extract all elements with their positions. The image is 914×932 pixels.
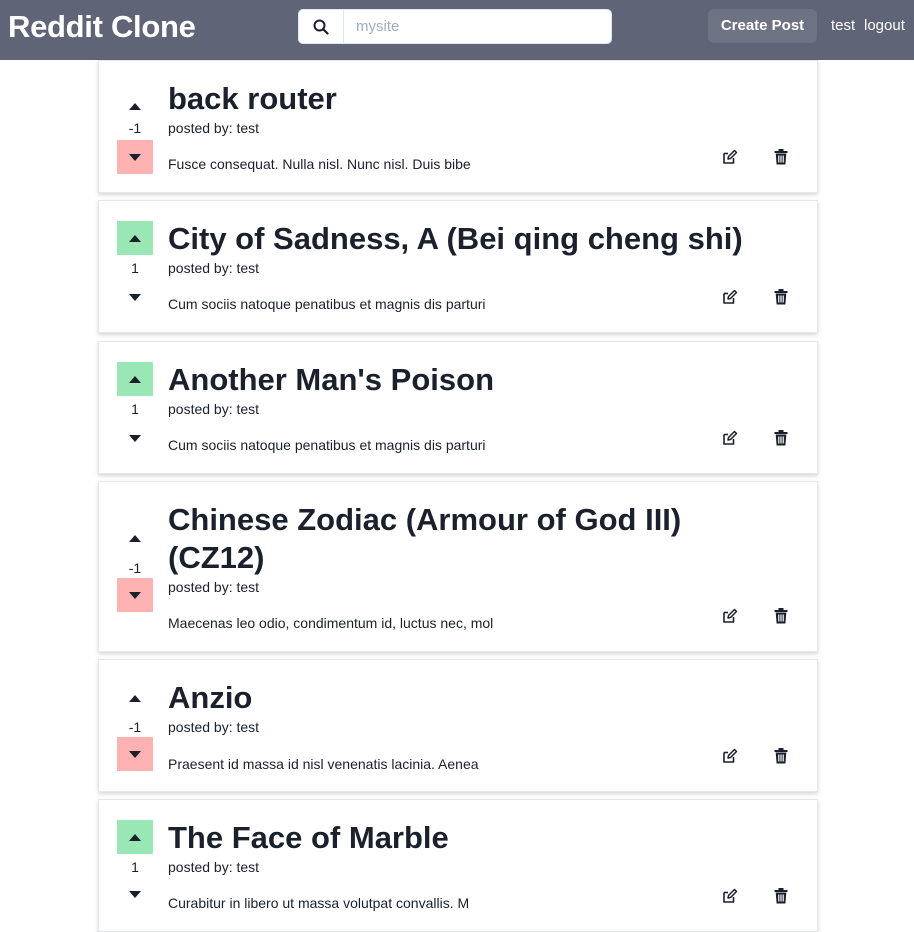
- vote-score: -1: [128, 120, 142, 136]
- upvote-button[interactable]: [117, 221, 153, 255]
- arrow-up-icon: [129, 534, 141, 542]
- post-author: posted by: test: [168, 579, 260, 595]
- post-card: -1 Chinese Zodiac (Armour of God III) (CZ…: [98, 481, 818, 652]
- trash-icon: [774, 608, 788, 624]
- arrow-up-icon: [129, 234, 141, 242]
- edit-post-button[interactable]: [719, 427, 741, 449]
- trash-icon: [774, 888, 788, 904]
- brand-logo[interactable]: Reddit Clone: [8, 8, 196, 46]
- arrow-down-icon: [129, 890, 141, 898]
- arrow-up-icon: [129, 375, 141, 383]
- vote-score: 1: [131, 859, 139, 875]
- post-snippet: Praesent id massa id nisl venenatis laci…: [168, 756, 479, 772]
- post-title[interactable]: Anzio: [168, 679, 768, 717]
- delete-post-button[interactable]: [770, 427, 792, 449]
- trash-icon: [774, 149, 788, 165]
- post-card: 1 Another Man's Poison posted by: test Cum …: [98, 341, 818, 474]
- vote-score: -1: [128, 560, 142, 576]
- arrow-down-icon: [129, 153, 141, 161]
- post-author: posted by: test: [168, 401, 260, 417]
- post-title[interactable]: City of Sadness, A (Bei qing cheng shi): [168, 220, 768, 258]
- edit-post-button[interactable]: [719, 605, 741, 627]
- post-author: posted by: test: [168, 719, 260, 735]
- post-snippet: Maecenas leo odio, condimentum id, luctu…: [168, 615, 494, 631]
- edit-post-button[interactable]: [719, 885, 741, 907]
- arrow-down-icon: [129, 434, 141, 442]
- post-card: -1 back router posted by: test Fusce conseq…: [98, 60, 818, 193]
- downvote-button[interactable]: [117, 421, 153, 455]
- create-post-button[interactable]: Create Post: [708, 9, 817, 43]
- upvote-button[interactable]: [117, 521, 153, 555]
- edit-icon: [723, 149, 738, 164]
- delete-post-button[interactable]: [770, 885, 792, 907]
- post-snippet: Fusce consequat. Nulla nisl. Nunc nisl. …: [168, 156, 471, 172]
- delete-post-button[interactable]: [770, 146, 792, 168]
- vote-score: -1: [128, 719, 142, 735]
- edit-icon: [723, 748, 738, 763]
- post-card: 1 The Face of Marble posted by: test Curabi…: [98, 799, 818, 932]
- upvote-button[interactable]: [117, 362, 153, 396]
- logout-link[interactable]: logout: [864, 9, 905, 43]
- arrow-down-icon: [129, 591, 141, 599]
- downvote-button[interactable]: [117, 280, 153, 314]
- arrow-up-icon: [129, 833, 141, 841]
- post-snippet: Curabitur in libero ut massa volutpat co…: [168, 895, 470, 911]
- post-author: posted by: test: [168, 120, 260, 136]
- trash-icon: [774, 289, 788, 305]
- upvote-button[interactable]: [117, 681, 153, 715]
- downvote-button[interactable]: [117, 578, 153, 612]
- arrow-up-icon: [129, 694, 141, 702]
- search-bar: [298, 9, 612, 44]
- search-input[interactable]: [344, 10, 609, 43]
- upvote-button[interactable]: [117, 820, 153, 854]
- delete-post-button[interactable]: [770, 286, 792, 308]
- downvote-button[interactable]: [117, 737, 153, 771]
- edit-icon: [723, 430, 738, 445]
- post-author: posted by: test: [168, 859, 260, 875]
- search-button[interactable]: [299, 10, 344, 43]
- edit-icon: [723, 608, 738, 623]
- post-snippet: Cum sociis natoque penatibus et magnis d…: [168, 437, 486, 453]
- vote-score: 1: [131, 401, 139, 417]
- arrow-down-icon: [129, 750, 141, 758]
- edit-icon: [723, 888, 738, 903]
- delete-post-button[interactable]: [770, 745, 792, 767]
- edit-icon: [723, 289, 738, 304]
- downvote-button[interactable]: [117, 140, 153, 174]
- vote-score: 1: [131, 260, 139, 276]
- post-title[interactable]: Another Man's Poison: [168, 361, 768, 399]
- post-title[interactable]: Chinese Zodiac (Armour of God III) (CZ12…: [168, 501, 768, 577]
- post-card: 1 City of Sadness, A (Bei qing cheng shi)…: [98, 200, 818, 333]
- edit-post-button[interactable]: [719, 146, 741, 168]
- username-link[interactable]: test: [831, 9, 855, 43]
- search-icon: [313, 19, 329, 35]
- post-card: -1 Anzio posted by: test Praesent id massa …: [98, 659, 818, 792]
- downvote-button[interactable]: [117, 877, 153, 911]
- post-author: posted by: test: [168, 260, 260, 276]
- top-navbar: Reddit Clone Create Post test logout: [0, 0, 914, 60]
- arrow-down-icon: [129, 293, 141, 301]
- post-title[interactable]: The Face of Marble: [168, 819, 768, 857]
- delete-post-button[interactable]: [770, 605, 792, 627]
- trash-icon: [774, 430, 788, 446]
- post-title[interactable]: back router: [168, 80, 768, 118]
- post-snippet: Cum sociis natoque penatibus et magnis d…: [168, 296, 486, 312]
- arrow-up-icon: [129, 102, 141, 110]
- trash-icon: [774, 748, 788, 764]
- edit-post-button[interactable]: [719, 286, 741, 308]
- edit-post-button[interactable]: [719, 745, 741, 767]
- upvote-button[interactable]: [117, 89, 153, 123]
